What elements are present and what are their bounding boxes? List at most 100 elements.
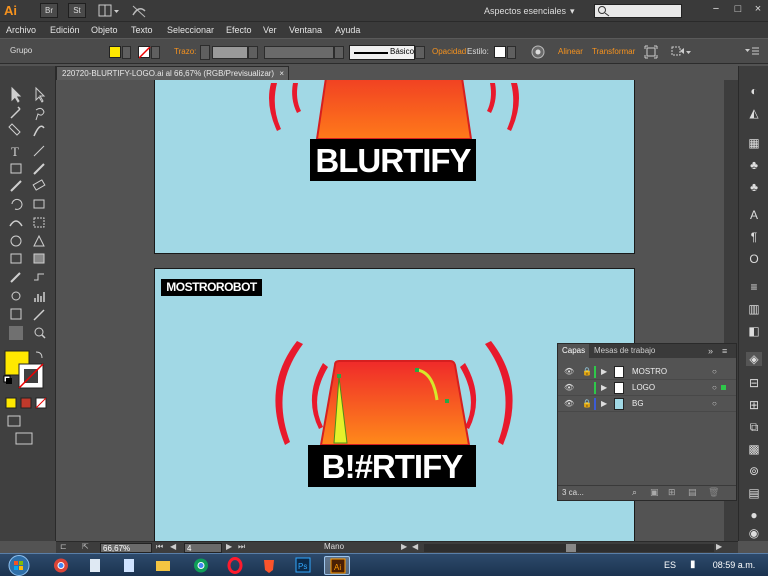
close-button[interactable]: × [746,0,768,18]
brushes-panel-icon[interactable]: ♣ [746,158,762,172]
workspace-switcher[interactable]: Aspectos esenciales ▾ [484,4,580,18]
locate-object-icon[interactable]: ⌕ [632,487,637,498]
close-tab-icon[interactable]: × [279,67,284,81]
delete-layer-icon[interactable]: 🗑 [708,487,719,498]
brave-taskbar-icon[interactable] [256,556,282,575]
variable-width-chevron[interactable] [334,46,344,59]
brush-definition[interactable]: Básico [349,45,415,60]
target-circle-icon[interactable]: ○ [712,364,717,380]
file-taskbar-icon[interactable] [82,556,108,575]
swatches-panel-icon[interactable]: ▦ [746,136,762,150]
visibility-eye-icon[interactable]: 👁 [564,380,574,396]
layer-row-bg[interactable]: 👁 🔒 ▶ BG ○ [558,396,736,412]
layer-name[interactable]: MOSTRO [632,364,667,380]
menu-archivo[interactable]: Archivo [6,22,36,38]
stroke-panel-icon[interactable]: ≡ [746,280,762,294]
artboard-number-input[interactable]: 4 [184,543,222,553]
layer-row-logo[interactable]: 👁 ▶ LOGO ○ [558,380,736,396]
layers-panel-icon[interactable]: ◈ [746,352,762,366]
links-panel-icon[interactable]: ● [746,508,762,522]
stroke-dropdown[interactable] [151,46,160,59]
expand-arrow-icon[interactable]: ▶ [601,396,607,412]
document-taskbar-icon[interactable] [116,556,142,575]
lock-icon[interactable]: 🔒 [582,396,592,412]
opacity-label[interactable]: Opacidad [432,46,466,58]
arrange-documents-icon[interactable] [98,4,120,18]
horizontal-scrollbar[interactable] [424,544,714,552]
search-input[interactable] [594,4,682,18]
panel-menu-icon[interactable]: ≡ [722,346,727,356]
make-clipping-mask-icon[interactable]: ▣ [650,487,659,498]
image-trace-panel-icon[interactable]: ◉ [746,526,762,540]
menu-texto[interactable]: Texto [131,22,153,38]
new-sublayer-icon[interactable]: ⊞ [668,487,676,498]
export-icon[interactable]: ⇱ [82,542,89,551]
transform-options-icon[interactable] [670,45,692,59]
photoshop-taskbar-icon[interactable]: Ps [290,556,316,575]
menu-ayuda[interactable]: Ayuda [335,22,360,38]
clock[interactable]: 08:59 a.m. [704,554,764,576]
network-icon[interactable]: ▮ [690,559,696,570]
color-panel-icon[interactable]: ◐ [746,84,762,98]
target-circle-icon[interactable]: ○ [712,380,717,396]
brush-dropdown[interactable] [415,46,425,59]
artboard-nav-first-icon[interactable]: ⊏ [60,542,67,551]
pathfinder-panel-icon[interactable]: ⧉ [746,420,762,434]
menu-ventana[interactable]: Ventana [289,22,322,38]
last-artboard-button[interactable]: ⏭ [238,542,245,552]
illustrator-taskbar-icon[interactable]: Ai [324,556,350,575]
opentype-panel-icon[interactable]: O [746,252,762,266]
appearance-panel-icon[interactable]: ⊚ [746,464,762,478]
document-tab[interactable]: 220720-BLURTIFY-LOGO.ai al 66,67% (RGB/P… [56,66,289,80]
sync-icon[interactable] [130,3,148,19]
bridge-button[interactable]: Br [40,3,58,18]
control-panel-menu-icon[interactable] [744,45,760,59]
target-circle-icon[interactable]: ○ [712,396,717,412]
explorer-taskbar-icon[interactable] [150,556,176,575]
stroke-weight-input[interactable] [212,46,248,59]
lock-icon[interactable]: 🔒 [582,364,592,380]
menu-seleccionar[interactable]: Seleccionar [167,22,214,38]
expand-arrow-icon[interactable]: ▶ [601,380,607,396]
opera-taskbar-icon[interactable] [222,556,248,575]
artboards-panel-icon[interactable]: ⊟ [746,376,762,390]
transparency-panel-icon[interactable]: ◧ [746,324,762,338]
visibility-eye-icon[interactable]: 👁 [564,364,574,380]
stroke-weight-dropdown[interactable] [248,46,258,59]
collapse-panel-icon[interactable]: » [708,346,713,356]
graphic-style-dropdown[interactable] [507,46,516,59]
minimize-button[interactable]: − [704,0,728,18]
stroke-none-swatch[interactable] [138,46,151,59]
symbols-panel-icon[interactable]: ♣ [746,180,762,194]
menu-objeto[interactable]: Objeto [91,22,118,38]
tab-capas[interactable]: Capas [558,344,590,358]
layer-name[interactable]: LOGO [632,380,655,396]
gradient-panel-icon[interactable]: ▥ [746,302,762,316]
language-indicator[interactable]: ES [664,560,676,570]
fill-dropdown[interactable] [122,46,131,59]
menu-edicion[interactable]: Edición [50,22,80,38]
zoom-input[interactable]: 66,67% [100,543,152,553]
new-layer-icon[interactable]: ▤ [688,487,697,498]
chrome-alt-taskbar-icon[interactable] [188,556,214,575]
transform-button[interactable]: Transformar [592,46,635,58]
recolor-artwork-icon[interactable] [531,45,545,59]
color-guide-icon[interactable]: ◭ [746,106,762,120]
menu-ver[interactable]: Ver [263,22,277,38]
menu-efecto[interactable]: Efecto [226,22,252,38]
start-button[interactable] [3,554,35,576]
scroll-right-button[interactable]: ▶ [716,542,722,551]
transform-panel-icon[interactable]: ▩ [746,442,762,456]
chrome-taskbar-icon[interactable] [48,556,74,575]
tab-mesas-de-trabajo[interactable]: Mesas de trabajo [590,344,659,358]
fill-swatch[interactable] [109,46,121,58]
character-panel-icon[interactable]: A [746,208,762,222]
visibility-eye-icon[interactable]: 👁 [564,396,574,412]
scroll-left-button[interactable]: ◀ [412,542,418,551]
align-panel-icon[interactable]: ⊞ [746,398,762,412]
isolate-group-icon[interactable] [644,45,658,59]
paragraph-panel-icon[interactable]: ¶ [746,230,762,244]
align-button[interactable]: Alinear [558,46,583,58]
status-menu-icon[interactable]: ▶ [401,542,407,551]
layer-name[interactable]: BG [632,396,644,412]
